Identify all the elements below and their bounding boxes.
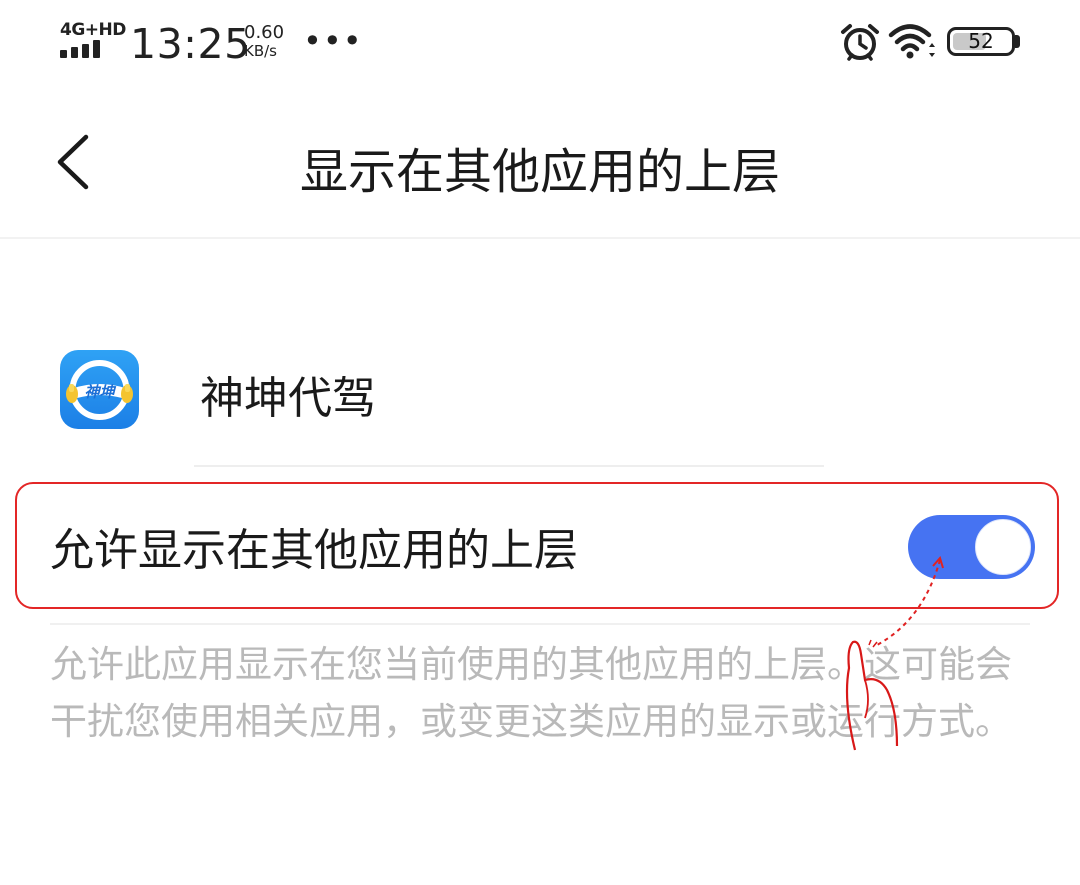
network-speed-value: 0.60 bbox=[244, 22, 285, 43]
pointing-hand-annotation bbox=[845, 555, 944, 751]
wifi-icon bbox=[888, 24, 935, 59]
chevron-left-icon bbox=[57, 134, 89, 190]
header-divider bbox=[0, 237, 1080, 239]
alarm-icon bbox=[841, 24, 879, 61]
status-time: 13:25 bbox=[130, 20, 251, 68]
network-speed-unit: KB/s bbox=[244, 42, 277, 60]
network-type: 4G+HD bbox=[60, 20, 126, 40]
battery-tip bbox=[1015, 35, 1020, 48]
app-logo: 神坤 bbox=[60, 350, 139, 429]
battery-level: 52 bbox=[968, 29, 994, 53]
svg-text:神坤: 神坤 bbox=[84, 383, 116, 401]
app-name: 神坤代驾 bbox=[200, 373, 376, 424]
toggle-knob bbox=[975, 519, 1031, 575]
app-divider bbox=[194, 465, 824, 467]
settings-screen: 4G+HD 13:25 0.60 KB/s ••• 52 显示在其他应用的上层 … bbox=[0, 0, 1080, 885]
page-title: 显示在其他应用的上层 bbox=[299, 144, 780, 200]
network-speed: 0.60 KB/s bbox=[244, 22, 304, 61]
back-button[interactable] bbox=[48, 128, 104, 198]
status-bar: 4G+HD 13:25 0.60 KB/s ••• 52 bbox=[0, 0, 1080, 86]
allow-overlay-label: 允许显示在其他应用的上层 bbox=[50, 525, 578, 576]
more-notifications-icon: ••• bbox=[303, 22, 363, 60]
signal-icon: 4G+HD bbox=[60, 20, 126, 60]
battery-icon: 52 bbox=[947, 27, 1015, 56]
